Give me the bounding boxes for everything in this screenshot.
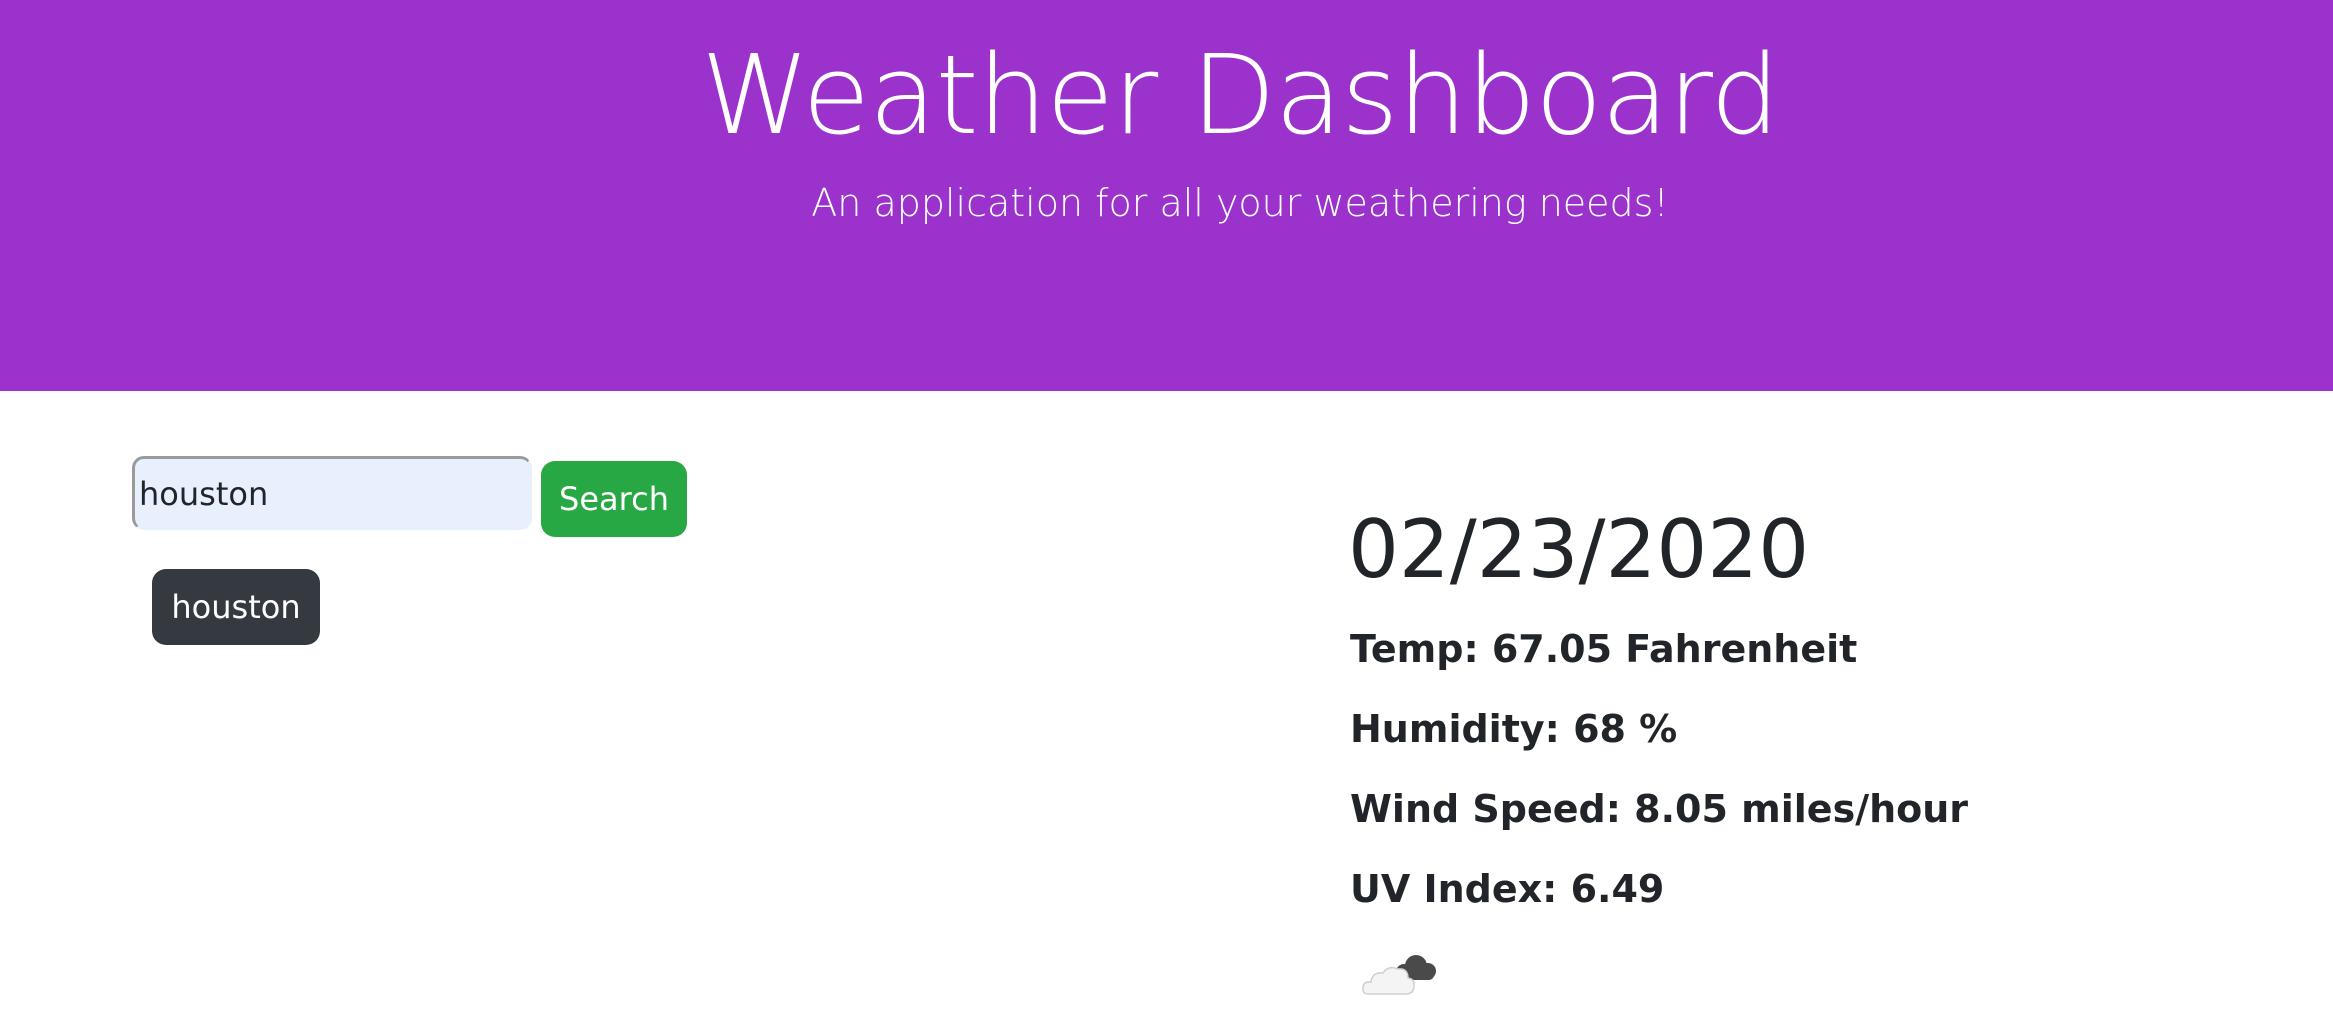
cloudy-icon bbox=[1362, 955, 1436, 995]
city-search-input[interactable] bbox=[132, 456, 532, 530]
page-subtitle: An application for all your weathering n… bbox=[811, 181, 1669, 225]
temperature-text: Temp: 67.05 Fahrenheit bbox=[1350, 627, 1858, 671]
uv-index-text: UV Index: 6.49 bbox=[1350, 867, 1665, 911]
page-title: Weather Dashboard bbox=[701, 31, 1780, 159]
wind-speed-text: Wind Speed: 8.05 miles/hour bbox=[1350, 787, 1969, 831]
history-item-button[interactable]: houston bbox=[152, 569, 320, 645]
search-button[interactable]: Search bbox=[541, 461, 687, 537]
current-date: 02/23/2020 bbox=[1348, 503, 1810, 596]
header-banner: Weather Dashboard An application for all… bbox=[0, 0, 2333, 391]
humidity-text: Humidity: 68 % bbox=[1350, 707, 1678, 751]
